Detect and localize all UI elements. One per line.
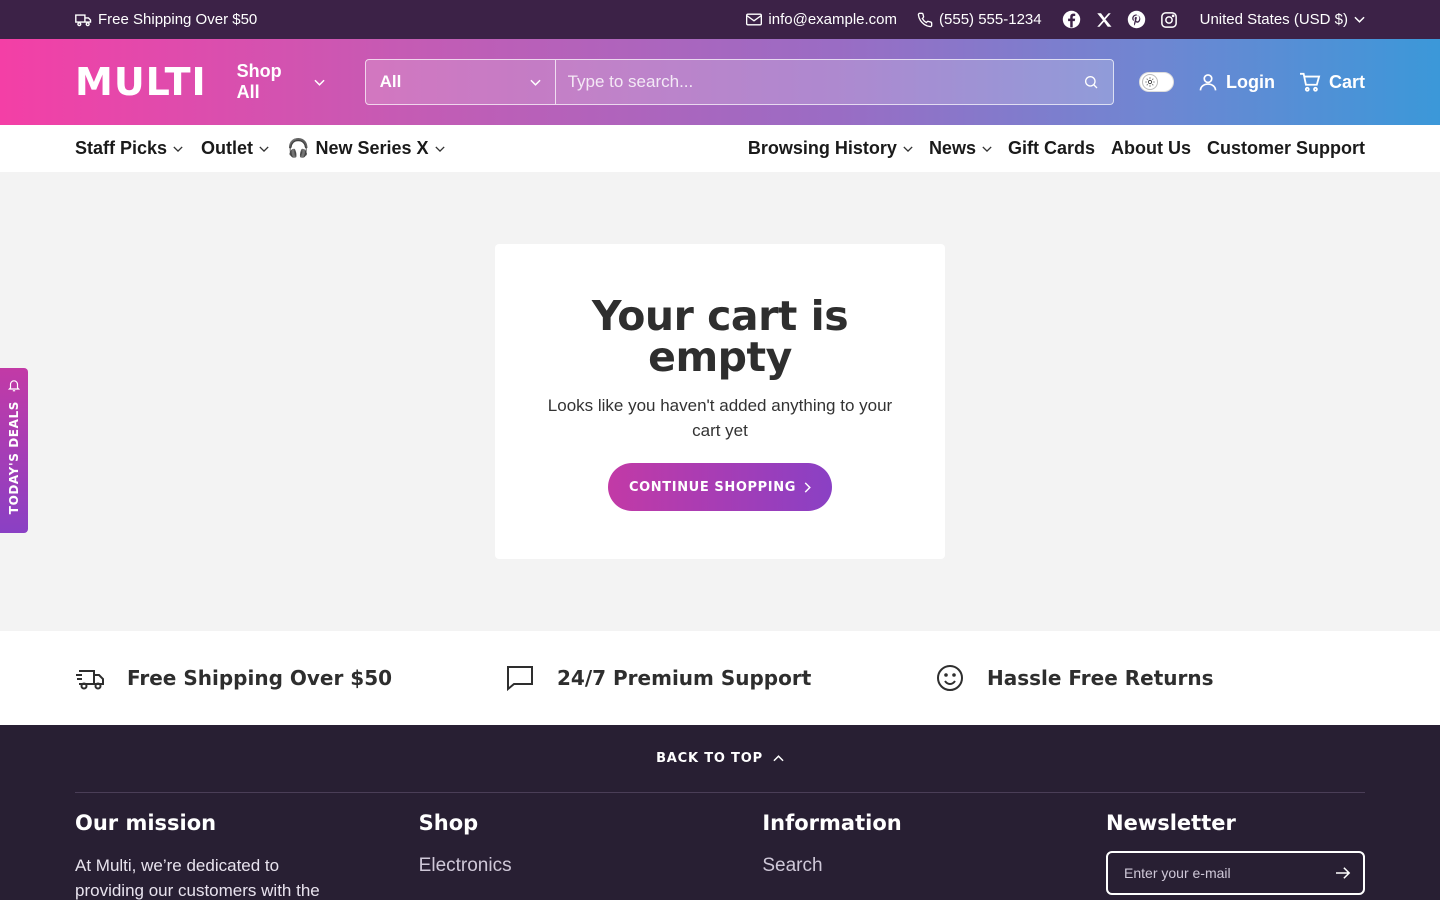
phone-icon bbox=[917, 12, 933, 28]
cart-page: Your cart is empty Looks like you haven'… bbox=[0, 172, 1440, 631]
phone-link[interactable]: (555) 555-1234 bbox=[917, 11, 1042, 28]
chevron-down-icon bbox=[529, 79, 541, 86]
chevron-down-icon bbox=[903, 145, 913, 152]
currency-selector[interactable]: United States (USD $) bbox=[1200, 11, 1365, 28]
search-bar: All bbox=[364, 59, 1114, 105]
todays-deals-tab[interactable]: TODAY'S DEALS bbox=[0, 368, 28, 533]
truck-icon bbox=[75, 665, 105, 691]
chevron-right-icon bbox=[804, 481, 811, 493]
announcement-bar: Free Shipping Over $50 info@example.com … bbox=[0, 0, 1440, 39]
mail-icon bbox=[746, 13, 763, 26]
site-footer: BACK TO TOP Our mission At Multi, we’re … bbox=[0, 725, 1440, 900]
truck-icon bbox=[75, 13, 92, 27]
chat-icon bbox=[505, 664, 535, 692]
main-nav: Staff Picks Outlet 🎧 New Series X Browsi… bbox=[0, 125, 1440, 172]
email-link[interactable]: info@example.com bbox=[746, 11, 897, 28]
sun-icon bbox=[1144, 77, 1155, 87]
instagram-icon[interactable] bbox=[1160, 11, 1178, 29]
page-title: Your cart is empty bbox=[591, 292, 849, 381]
nav-item-staff-picks[interactable]: Staff Picks bbox=[75, 138, 183, 159]
back-to-top-button[interactable]: BACK TO TOP bbox=[75, 725, 1365, 793]
nav-item-new-series-x[interactable]: 🎧 New Series X bbox=[287, 138, 445, 159]
nav-item-about-us[interactable]: About Us bbox=[1111, 138, 1191, 159]
nav-item-outlet[interactable]: Outlet bbox=[201, 138, 269, 159]
footer-link-electronics[interactable]: Electronics bbox=[419, 853, 763, 878]
x-icon[interactable] bbox=[1095, 11, 1113, 29]
empty-cart-card: Your cart is empty Looks like you haven'… bbox=[495, 244, 945, 559]
chevron-down-icon bbox=[1354, 16, 1365, 23]
chevron-down-icon bbox=[173, 145, 183, 152]
chevron-down-icon bbox=[434, 145, 445, 152]
footer-mission: Our mission At Multi, we’re dedicated to… bbox=[75, 811, 320, 900]
footer-information: Information Search bbox=[762, 811, 1106, 900]
nav-item-browsing-history[interactable]: Browsing History bbox=[748, 138, 913, 159]
cart-icon bbox=[1299, 72, 1321, 92]
facebook-icon[interactable] bbox=[1062, 10, 1081, 29]
newsletter-email-input[interactable] bbox=[1124, 865, 1336, 881]
features-strip: Free Shipping Over $50 24/7 Premium Supp… bbox=[0, 631, 1440, 725]
search-input[interactable] bbox=[567, 72, 1083, 92]
arrow-right-icon[interactable] bbox=[1335, 866, 1351, 880]
login-link[interactable]: Login bbox=[1198, 72, 1275, 93]
chevron-up-icon bbox=[773, 755, 784, 762]
feature-free-shipping: Free Shipping Over $50 bbox=[75, 665, 505, 691]
continue-shopping-button[interactable]: CONTINUE SHOPPING bbox=[608, 463, 832, 511]
smile-icon bbox=[935, 663, 965, 693]
user-icon bbox=[1198, 72, 1218, 92]
feature-returns: Hassle Free Returns bbox=[935, 663, 1365, 693]
empty-cart-message: Looks like you haven't added anything to… bbox=[547, 396, 893, 440]
feature-support: 24/7 Premium Support bbox=[505, 664, 935, 692]
nav-item-news[interactable]: News bbox=[929, 138, 992, 159]
cart-link[interactable]: Cart bbox=[1299, 72, 1365, 93]
theme-toggle[interactable] bbox=[1138, 72, 1174, 92]
headphones-icon: 🎧 bbox=[287, 138, 310, 158]
logo[interactable]: MULTI bbox=[75, 63, 207, 101]
bell-icon bbox=[7, 378, 21, 393]
free-shipping-notice: Free Shipping Over $50 bbox=[75, 11, 257, 28]
nav-item-customer-support[interactable]: Customer Support bbox=[1207, 138, 1365, 159]
pinterest-icon[interactable] bbox=[1127, 10, 1146, 29]
site-header: MULTI Shop All All Login bbox=[0, 39, 1440, 125]
search-icon[interactable] bbox=[1083, 74, 1099, 90]
shop-all-menu[interactable]: Shop All bbox=[237, 61, 325, 103]
footer-newsletter: Newsletter bbox=[1106, 811, 1366, 900]
free-shipping-text: Free Shipping Over $50 bbox=[98, 11, 258, 28]
search-category-select[interactable]: All bbox=[365, 60, 556, 104]
chevron-down-icon bbox=[982, 145, 992, 152]
nav-item-gift-cards[interactable]: Gift Cards bbox=[1008, 138, 1095, 159]
chevron-down-icon bbox=[259, 145, 269, 152]
footer-shop: Shop Electronics bbox=[419, 811, 763, 900]
footer-link-search[interactable]: Search bbox=[762, 853, 1106, 878]
chevron-down-icon bbox=[313, 79, 325, 86]
